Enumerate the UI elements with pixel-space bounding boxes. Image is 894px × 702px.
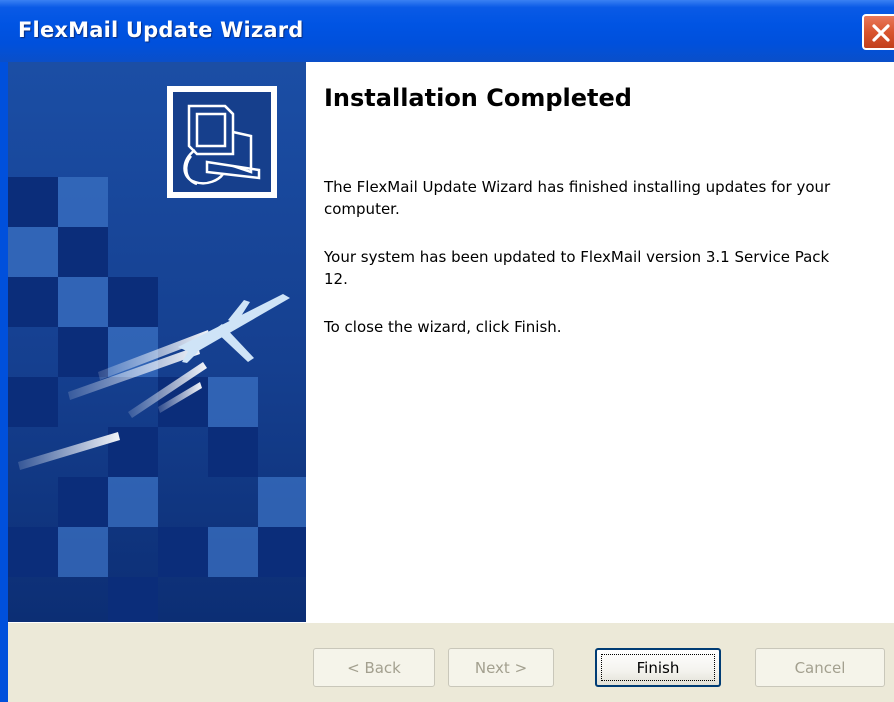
cancel-button[interactable]: Cancel: [755, 648, 885, 687]
content-pane: Installation Completed The FlexMail Upda…: [306, 62, 894, 622]
cancel-button-label: Cancel: [794, 658, 846, 677]
computer-setup-icon: [167, 86, 277, 198]
wizard-banner: [8, 62, 306, 622]
title-bar[interactable]: FlexMail Update Wizard: [0, 0, 894, 62]
finish-button[interactable]: Finish: [595, 648, 721, 687]
back-button[interactable]: < Back: [313, 648, 435, 687]
next-button-label: Next >: [474, 658, 528, 677]
page-title: Installation Completed: [324, 84, 632, 112]
window-frame-left: [0, 62, 8, 702]
completion-message: The FlexMail Update Wizard has finished …: [324, 178, 831, 218]
next-button[interactable]: Next >: [448, 648, 554, 687]
close-button[interactable]: [862, 14, 894, 50]
close-instruction: To close the wizard, click Finish.: [324, 318, 562, 336]
back-button-label: < Back: [347, 658, 401, 677]
window-title: FlexMail Update Wizard: [18, 18, 304, 42]
wizard-button-bar: < Back Next > Finish Cancel: [8, 622, 894, 702]
version-message: Your system has been updated to FlexMail…: [324, 248, 830, 288]
close-icon: [872, 24, 890, 42]
wizard-window: FlexMail Update Wizard Installation Comp…: [0, 0, 894, 702]
finish-button-label: Finish: [636, 658, 680, 677]
